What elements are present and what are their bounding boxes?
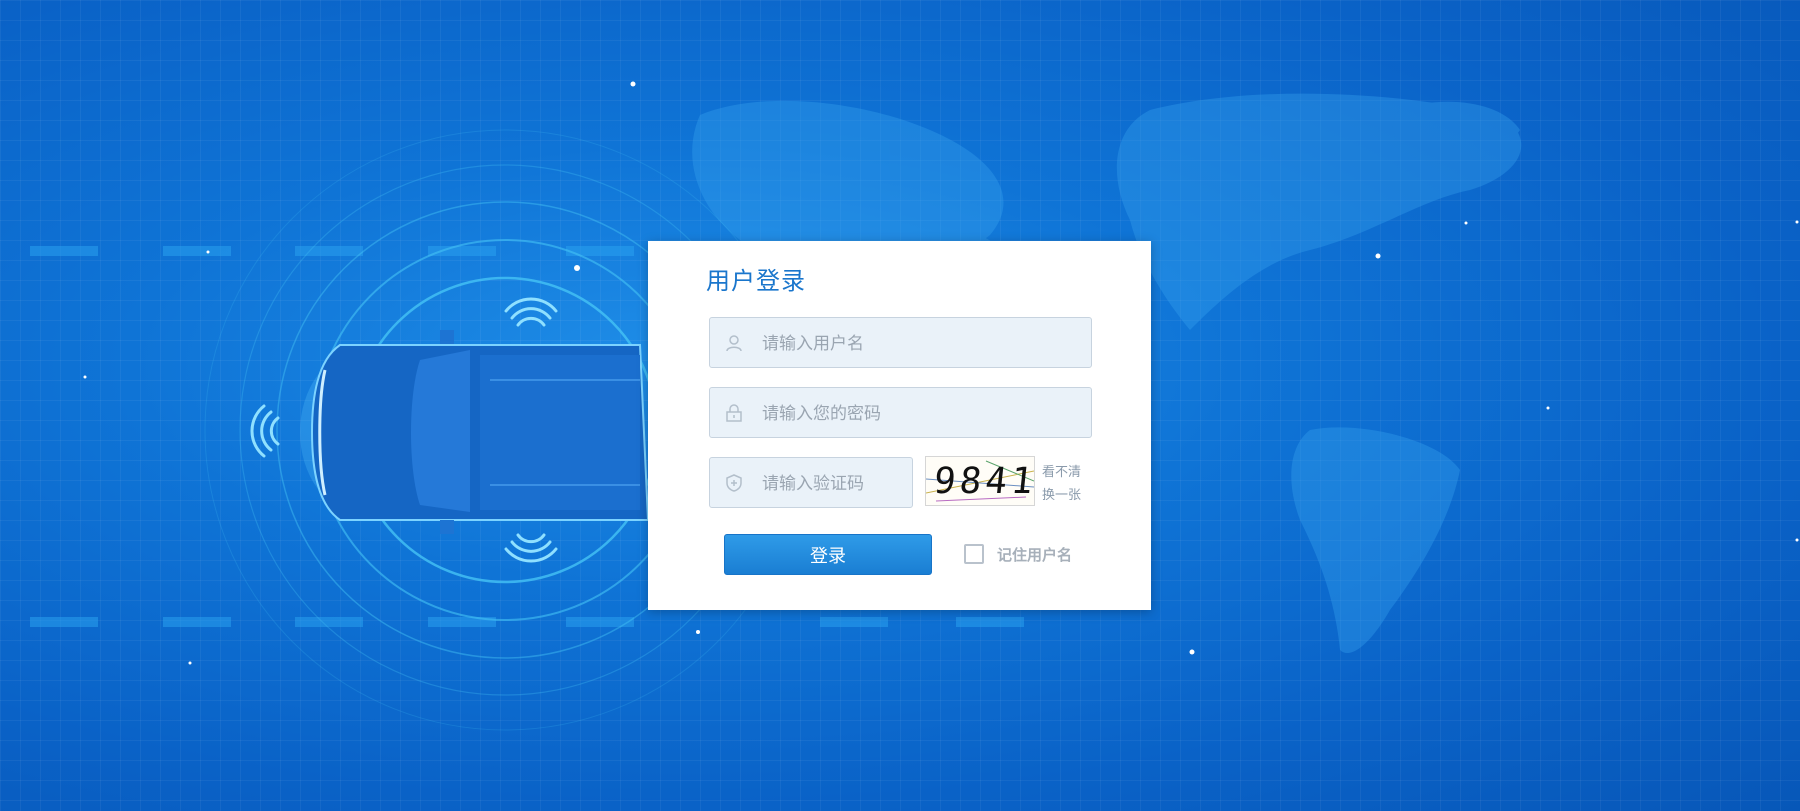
shield-icon	[726, 474, 742, 492]
lock-icon	[726, 404, 742, 422]
captcha-refresh-links: 看不清 换一张	[1042, 461, 1081, 507]
user-icon	[726, 335, 742, 352]
login-card: 用户登录 9841 看不清 换一张	[648, 241, 1151, 610]
captcha-image[interactable]: 9841	[925, 456, 1035, 506]
username-field[interactable]	[709, 317, 1092, 369]
captcha-unclear-link[interactable]: 看不清	[1042, 461, 1081, 484]
login-title: 用户登录	[706, 267, 806, 295]
car-illustration	[300, 330, 650, 534]
username-input[interactable]	[760, 318, 1085, 369]
captcha-input[interactable]	[760, 458, 906, 509]
password-field[interactable]	[709, 387, 1092, 439]
captcha-field[interactable]	[709, 457, 913, 509]
remember-label: 记住用户名	[997, 545, 1073, 564]
captcha-code: 9841	[931, 461, 1035, 502]
captcha-refresh-link[interactable]: 换一张	[1042, 484, 1081, 507]
login-button[interactable]: 登录	[724, 534, 932, 575]
remember-username[interactable]: 记住用户名	[964, 542, 1072, 566]
remember-checkbox[interactable]	[964, 544, 984, 564]
password-input[interactable]	[760, 388, 1085, 439]
